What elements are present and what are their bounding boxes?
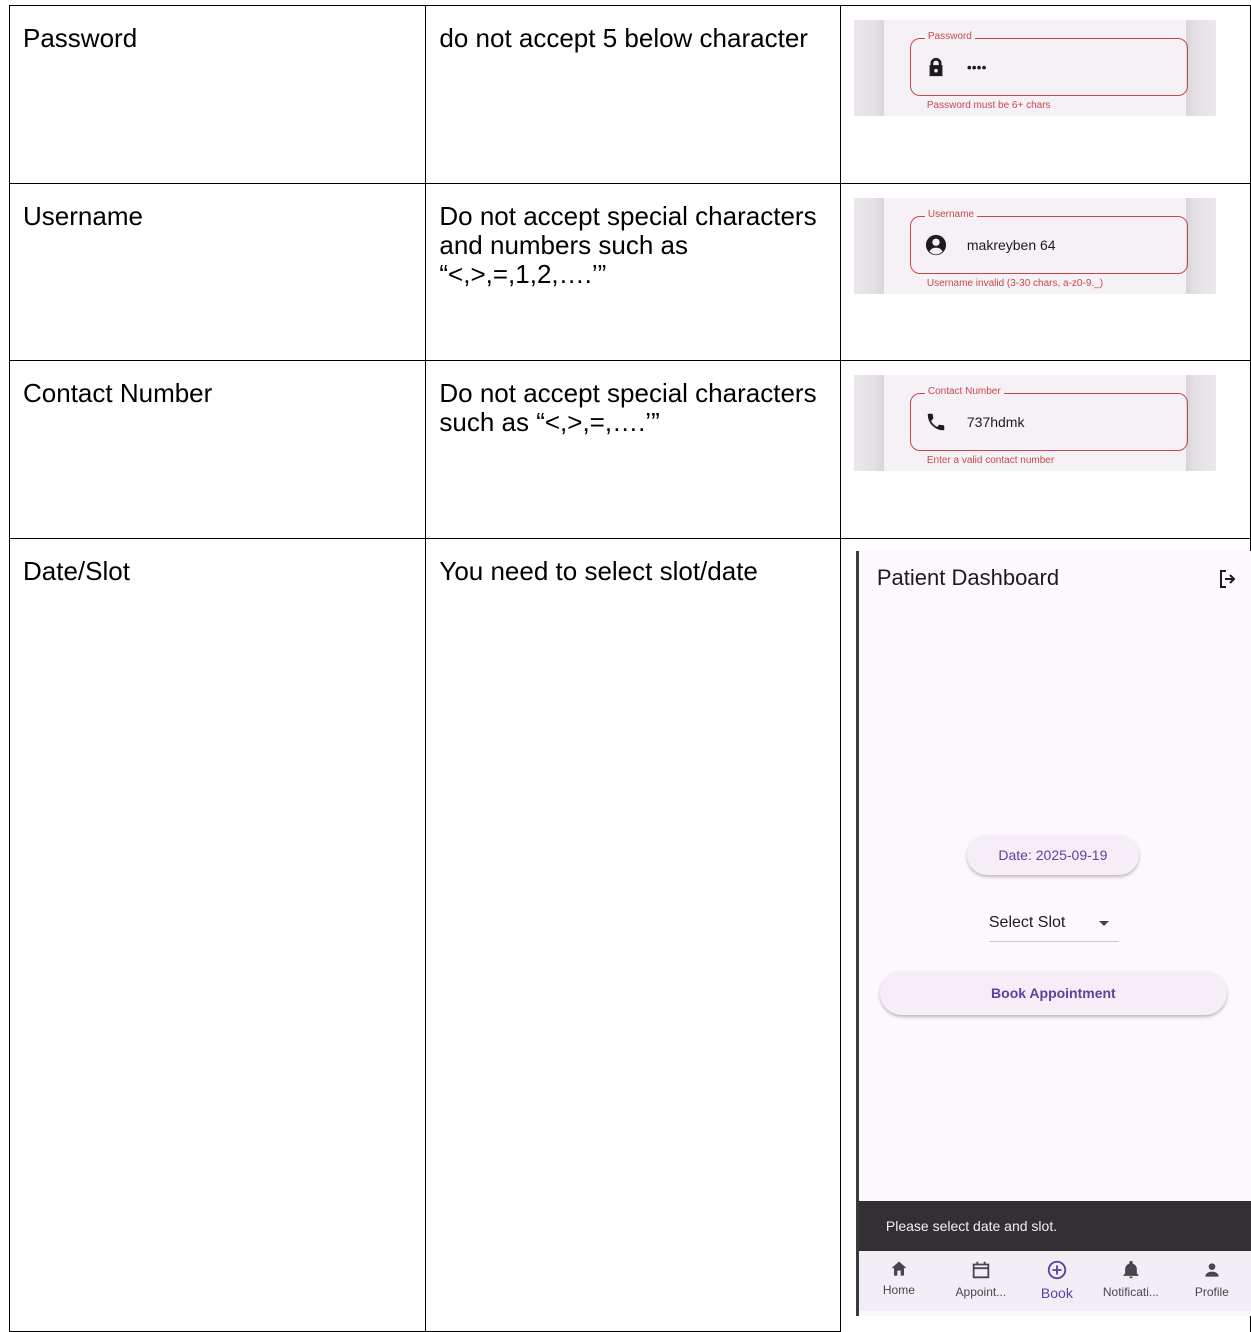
field-value: 737hdmk [966, 414, 1025, 430]
logout-icon[interactable] [1216, 567, 1240, 591]
nav-label: Appoint... [955, 1285, 1007, 1299]
slot-select-label: Select Slot [988, 914, 1066, 931]
rule-cell: Do not accept special characters and num… [425, 183, 841, 361]
slot-select[interactable]: Select Slot [988, 909, 1119, 942]
rule-text: do not accept 5 below character [439, 23, 808, 53]
screenshot-cell: Password •••• Password must be 6+ chars [839, 5, 1251, 184]
screenshot-cell: Contact Number 737hdmk Enter a valid con… [839, 360, 1251, 539]
rule-cell: Do not accept special characters such as… [425, 360, 841, 539]
rule-text: Do not accept special characters such as… [439, 378, 817, 437]
field-cell: Password [8, 5, 427, 184]
username-field[interactable]: Username makreyben 64 [909, 209, 1188, 274]
edge-shadow [853, 20, 884, 116]
patient-dashboard-screenshot: Patient Dashboard Date: 2025-09-19 Selec… [855, 551, 1251, 1316]
book-appointment-button[interactable]: Book Appointment [879, 971, 1227, 1015]
table-row: Password do not accept 5 below character… [8, 5, 1251, 184]
screenshot-cell: Patient Dashboard Date: 2025-09-19 Selec… [839, 538, 1251, 1332]
validation-table: Password do not accept 5 below character… [8, 5, 1251, 1332]
edge-shadow [853, 375, 884, 471]
table-row: Date/Slot You need to select slot/date P… [8, 538, 1251, 1332]
phone-icon [927, 413, 945, 431]
field-label: Password [924, 31, 975, 43]
nav-label: Notificati... [1102, 1285, 1159, 1299]
error-message: Password must be 6+ chars [926, 100, 1051, 111]
field-name: Username [23, 201, 143, 231]
person-icon [1205, 1263, 1219, 1277]
snackbar: Please select date and slot. [858, 1201, 1251, 1251]
table-row: Contact Number Do not accept special cha… [8, 360, 1251, 539]
bottom-navigation: Home Appoint... Book Notificati... Profi… [858, 1251, 1251, 1311]
nav-label: Profile [1194, 1285, 1229, 1299]
contact-number-field[interactable]: Contact Number 737hdmk [909, 386, 1188, 451]
field-label: Contact Number [924, 386, 1004, 398]
edge-shadow [1185, 20, 1216, 116]
error-message: Username invalid (3-30 chars, a-z0-9._) [926, 278, 1104, 289]
add-circle-icon [1047, 1260, 1067, 1280]
lock-icon [929, 57, 943, 77]
username-field-screenshot: Username makreyben 64 Username invalid (… [853, 198, 1216, 294]
bell-icon [1123, 1260, 1139, 1279]
field-name: Contact Number [23, 378, 213, 408]
field-cell: Username [8, 183, 427, 361]
page-title: Patient Dashboard [876, 565, 1060, 590]
field-name: Password [23, 23, 138, 53]
contact-field-screenshot: Contact Number 737hdmk Enter a valid con… [853, 375, 1216, 471]
field-name: Date/Slot [23, 556, 130, 586]
rule-text: Do not accept special characters and num… [439, 201, 817, 289]
nav-item-appointments[interactable]: Appoint... [946, 1259, 1016, 1299]
nav-label: Home [882, 1283, 915, 1297]
home-icon [891, 1261, 907, 1276]
password-field[interactable]: Password •••• [909, 31, 1188, 96]
date-picker-button[interactable]: Date: 2025-09-19 [966, 835, 1139, 875]
account-circle-icon [925, 234, 946, 256]
nav-item-profile[interactable]: Profile [1177, 1259, 1247, 1299]
nav-label: Book [1040, 1285, 1073, 1301]
field-value: •••• [966, 59, 987, 75]
nav-item-notifications[interactable]: Notificati... [1096, 1259, 1166, 1299]
error-message: Enter a valid contact number [926, 455, 1055, 466]
rule-text: You need to select slot/date [439, 556, 758, 586]
rule-cell: You need to select slot/date [425, 538, 841, 1332]
password-field-screenshot: Password •••• Password must be 6+ chars [853, 20, 1216, 116]
field-value: makreyben 64 [966, 237, 1056, 253]
nav-item-book[interactable]: Book [1022, 1259, 1092, 1301]
edge-shadow [853, 198, 884, 294]
table-row: Username Do not accept special character… [8, 183, 1251, 361]
field-label: Username [924, 209, 978, 221]
edge-shadow [1185, 198, 1216, 294]
field-cell: Contact Number [8, 360, 427, 539]
field-cell: Date/Slot [8, 538, 427, 1332]
nav-item-home[interactable]: Home [864, 1259, 934, 1297]
rule-cell: do not accept 5 below character [425, 5, 841, 184]
dropdown-arrow-icon [1098, 921, 1109, 926]
edge-shadow [1185, 375, 1216, 471]
screenshot-cell: Username makreyben 64 Username invalid (… [839, 183, 1251, 361]
calendar-icon [972, 1261, 990, 1279]
